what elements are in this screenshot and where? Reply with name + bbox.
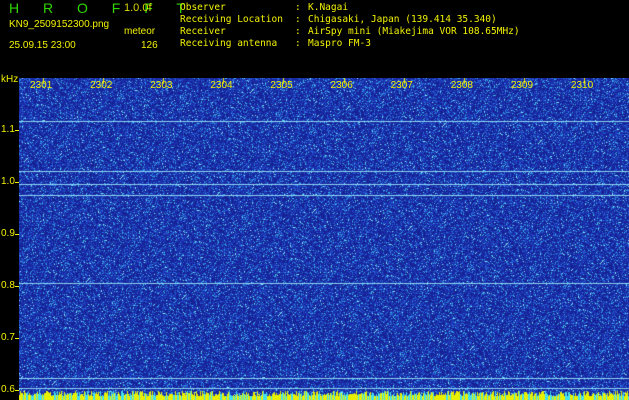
- info-key: Receiving Location: [180, 14, 283, 25]
- x-tick-label: 2302: [90, 80, 113, 91]
- x-tick-label: 2305: [270, 80, 293, 91]
- spectrogram-canvas: [19, 78, 629, 400]
- x-tick-label: 2309: [510, 80, 534, 91]
- x-tick-label: 2308: [450, 80, 473, 91]
- y-tick-label: 1.0: [1, 175, 15, 187]
- mode-label: meteor: [124, 26, 156, 37]
- x-tick-label: 2306: [330, 80, 353, 91]
- info-separator: :: [295, 2, 301, 13]
- x-tick-label: 2307: [390, 80, 413, 91]
- datetime-label: 25.09.15 23:00: [9, 40, 76, 51]
- header-panel: H R O F F T 1.0.0f KN9_2509152300.png me…: [0, 0, 629, 78]
- info-value: AirSpy mini (Miakejima VOR 108.65MHz): [308, 26, 520, 37]
- info-separator: :: [295, 38, 301, 49]
- version-label: 1.0.0f: [124, 2, 152, 14]
- count-label: 126: [141, 40, 158, 51]
- y-axis-unit-label: kHz: [1, 74, 19, 85]
- x-tick-label: 2310: [570, 80, 594, 91]
- filename-label: KN9_2509152300.png: [9, 19, 110, 30]
- y-tick-label: 0.8: [1, 279, 15, 291]
- y-tick-label: 0.9: [1, 227, 15, 239]
- info-value: Maspro FM-3: [308, 38, 371, 49]
- x-tick-label: 2303: [150, 80, 173, 91]
- info-separator: :: [295, 14, 301, 25]
- info-separator: :: [295, 26, 301, 37]
- x-tick-label: 2304: [210, 80, 233, 91]
- y-tick-label: 0.6: [1, 383, 15, 395]
- info-key: Observer: [180, 2, 226, 13]
- info-key: Receiver: [180, 26, 226, 37]
- info-value: K.Nagai: [308, 2, 349, 13]
- y-tick-label: 0.7: [1, 331, 15, 343]
- app-title: H R O F F T: [9, 0, 195, 16]
- info-value: Chigasaki, Japan (139.414 35.340): [308, 14, 497, 25]
- info-key: Receiving antenna: [180, 38, 278, 49]
- y-tick-label: 1.1: [1, 123, 15, 135]
- x-tick-label: 2301: [30, 80, 53, 91]
